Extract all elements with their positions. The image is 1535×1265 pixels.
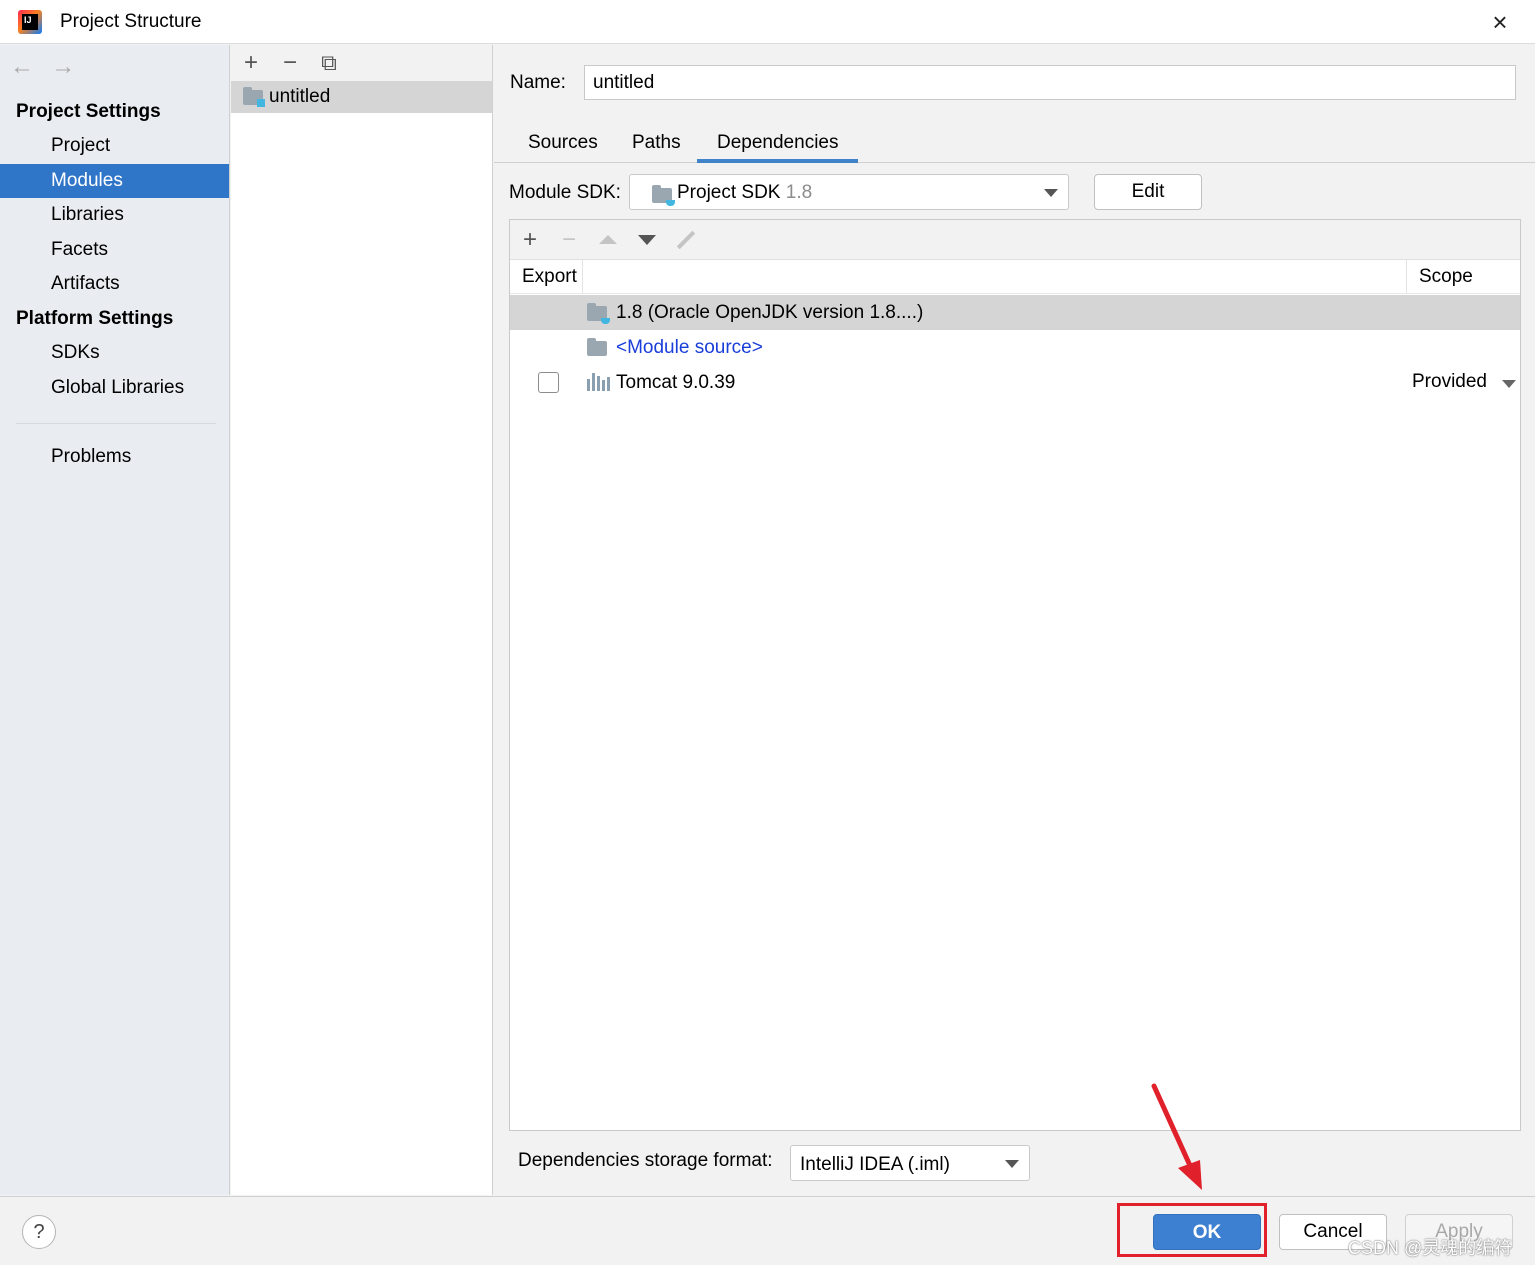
table-row[interactable]: 1.8 (Oracle OpenJDK version 1.8....): [510, 295, 1520, 330]
intellij-idea-icon: IJ: [18, 10, 42, 34]
dependency-label: <Module source>: [616, 337, 763, 358]
move-down-icon[interactable]: [638, 235, 656, 245]
table-row[interactable]: Tomcat 9.0.39 Provided: [510, 365, 1520, 400]
module-item[interactable]: untitled: [231, 81, 492, 113]
title-bar: IJ Project Structure ×: [0, 0, 1535, 44]
column-header-scope[interactable]: Scope: [1419, 266, 1473, 288]
scope-dropdown[interactable]: Provided: [1412, 371, 1516, 393]
sdk-selected-value: Project SDK 1.8: [677, 182, 813, 203]
remove-icon[interactable]: −: [276, 49, 304, 77]
module-name: untitled: [269, 86, 331, 107]
column-header-export[interactable]: Export: [522, 266, 577, 288]
copy-icon[interactable]: ⧉: [315, 49, 343, 77]
chevron-down-icon: [1044, 189, 1058, 197]
sidebar-item-modules[interactable]: Modules: [0, 164, 229, 198]
table-row[interactable]: <Module source>: [510, 330, 1520, 365]
add-dependency-icon[interactable]: +: [516, 226, 544, 254]
sidebar-divider: [16, 423, 216, 424]
dependencies-table: + − Export Scope 1.8 (Oracle OpenJDK ver…: [509, 219, 1521, 1131]
sidebar-item-sdks[interactable]: SDKs: [0, 336, 229, 370]
tab-paths[interactable]: Paths: [612, 125, 701, 163]
tab-dependencies[interactable]: Dependencies: [697, 125, 859, 163]
column-divider: [1406, 260, 1407, 294]
module-sdk-label: Module SDK:: [509, 182, 621, 203]
sidebar-item-project[interactable]: Project: [0, 129, 229, 163]
move-up-icon[interactable]: [599, 235, 617, 244]
module-settings-content: Name: Sources Paths Dependencies Module …: [494, 45, 1535, 1195]
table-header: Export Scope: [510, 260, 1520, 294]
help-icon[interactable]: ?: [22, 1215, 56, 1249]
edit-sdk-button[interactable]: Edit: [1094, 174, 1202, 210]
tab-sources[interactable]: Sources: [508, 125, 618, 163]
watermark: CSDN @灵魂的编符: [1348, 1238, 1513, 1258]
export-checkbox[interactable]: [538, 372, 559, 393]
dialog-footer: ? OK Cancel Apply: [0, 1196, 1535, 1265]
edit-pencil-icon[interactable]: [676, 230, 696, 250]
dependencies-toolbar: + −: [510, 220, 1520, 260]
library-icon: [587, 373, 610, 391]
sidebar-item-artifacts[interactable]: Artifacts: [0, 267, 229, 301]
module-tabs: Sources Paths Dependencies: [494, 125, 1535, 163]
sdk-folder-icon: [652, 185, 675, 206]
storage-format-label: Dependencies storage format:: [518, 1150, 773, 1171]
name-label: Name:: [510, 72, 566, 93]
dependency-label: Tomcat 9.0.39: [616, 372, 736, 393]
platform-settings-header: Platform Settings: [16, 308, 174, 329]
module-folder-icon: [243, 87, 265, 107]
sidebar-item-facets[interactable]: Facets: [0, 233, 229, 267]
sidebar-item-problems[interactable]: Problems: [0, 440, 229, 474]
module-list-panel: + − ⧉ untitled: [231, 45, 493, 1195]
module-toolbar: + − ⧉: [231, 45, 492, 81]
jdk-folder-icon: [587, 303, 610, 324]
storage-format-dropdown[interactable]: IntelliJ IDEA (.iml): [790, 1145, 1030, 1181]
column-divider: [582, 260, 583, 294]
window-title: Project Structure: [60, 11, 202, 32]
settings-sidebar: ← → Project Settings Project Modules Lib…: [0, 45, 230, 1195]
annotation-highlight-box: [1117, 1203, 1267, 1257]
sidebar-item-global-libraries[interactable]: Global Libraries: [0, 371, 229, 405]
project-settings-header: Project Settings: [16, 101, 161, 122]
storage-format-value: IntelliJ IDEA (.iml): [800, 1154, 950, 1175]
history-navigation: ← →: [10, 53, 87, 80]
sidebar-item-libraries[interactable]: Libraries: [0, 198, 229, 232]
forward-arrow-icon[interactable]: →: [51, 53, 77, 81]
source-folder-icon: [587, 338, 607, 356]
annotation-arrow-icon: [1151, 1083, 1202, 1190]
chevron-down-icon: [1005, 1160, 1019, 1168]
remove-dependency-icon[interactable]: −: [555, 226, 583, 254]
module-name-input[interactable]: [584, 65, 1516, 100]
back-arrow-icon[interactable]: ←: [10, 53, 36, 81]
add-icon[interactable]: +: [237, 49, 265, 77]
module-sdk-dropdown[interactable]: Project SDK 1.8: [629, 174, 1069, 210]
dependency-label: 1.8 (Oracle OpenJDK version 1.8....): [616, 302, 924, 323]
close-icon[interactable]: ×: [1486, 8, 1514, 36]
chevron-down-icon: [1502, 380, 1516, 388]
